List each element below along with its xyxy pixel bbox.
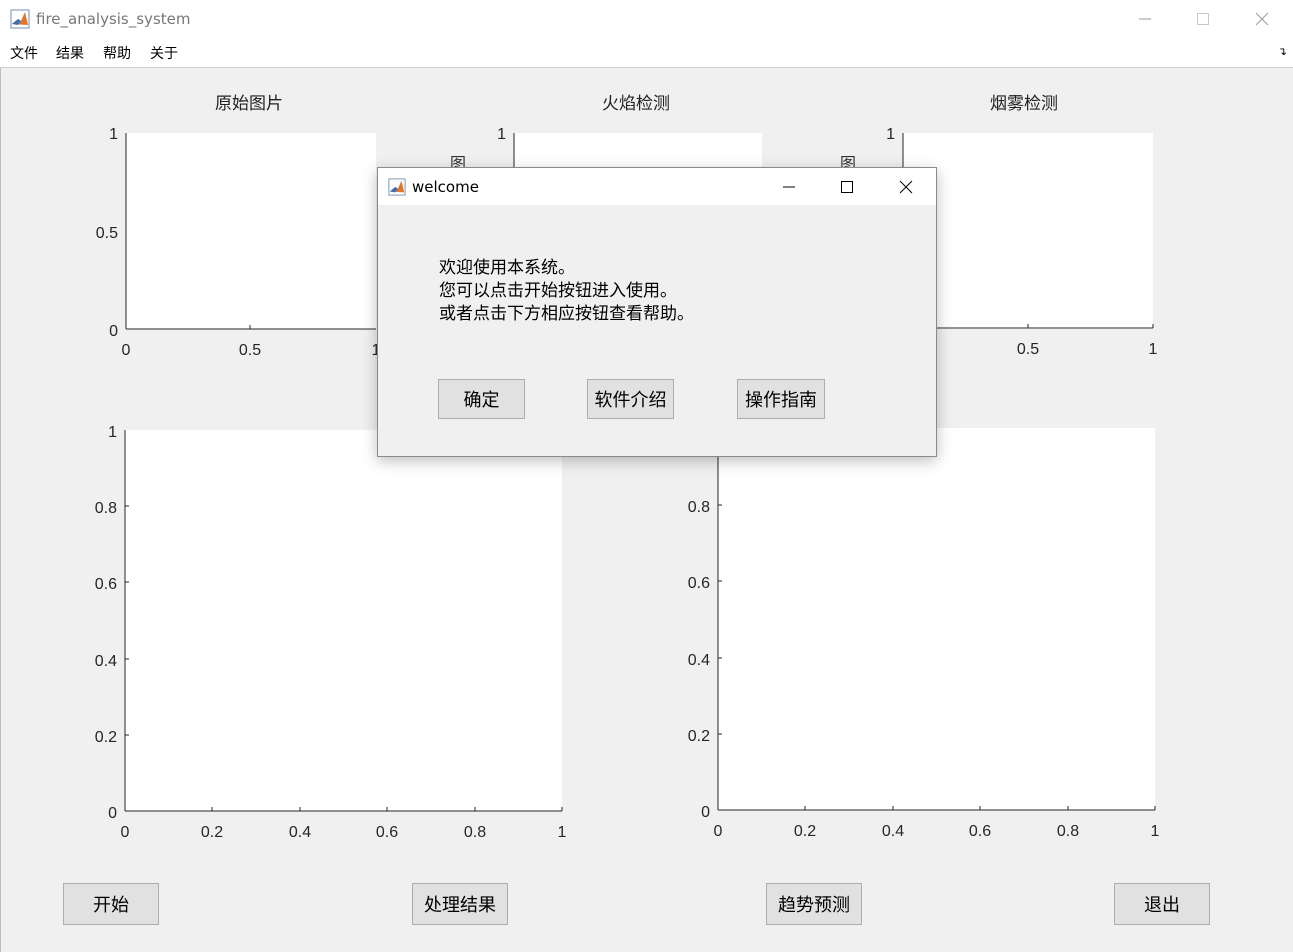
- x-tick-label: 0.5: [239, 342, 261, 359]
- dialog-title: welcome: [412, 178, 479, 196]
- x-tick-label: 1: [558, 824, 567, 841]
- axes-plot-area: [125, 430, 562, 811]
- dialog-close-button[interactable]: [877, 168, 935, 205]
- message-line: 您可以点击开始按钮进入使用。: [439, 281, 677, 301]
- y-tick-label: 0.6: [95, 576, 117, 593]
- y-tick-label: 0.2: [95, 729, 117, 746]
- x-tick-label: 0.8: [1057, 823, 1079, 840]
- menu-about[interactable]: 关于: [150, 43, 178, 63]
- x-tick-label: 0.5: [1017, 341, 1039, 358]
- start-button[interactable]: 开始: [63, 883, 159, 925]
- dialog-minimize-button[interactable]: [760, 168, 818, 205]
- y-tick-label: 0.5: [96, 225, 118, 242]
- software-intro-button[interactable]: 软件介绍: [587, 379, 674, 419]
- y-tick-label: 0.4: [95, 653, 117, 670]
- original-image-title: 原始图片: [215, 94, 283, 114]
- menu-file[interactable]: 文件: [10, 43, 38, 63]
- x-tick-label: 0: [714, 823, 723, 840]
- operation-guide-button[interactable]: 操作指南: [737, 379, 825, 419]
- x-tick-label: 0: [121, 824, 130, 841]
- close-icon: [1255, 12, 1269, 26]
- minimize-icon: [783, 186, 795, 187]
- x-tick-label: 0: [122, 342, 131, 359]
- message-line: 或者点击下方相应按钮查看帮助。: [439, 304, 694, 324]
- axes-plot-area: [126, 133, 376, 329]
- process-result-button[interactable]: 处理结果: [412, 883, 508, 925]
- x-tick-label: 0.6: [969, 823, 991, 840]
- x-tick-label: 0.6: [376, 824, 398, 841]
- window-title: fire_analysis_system: [36, 10, 191, 28]
- menu-result[interactable]: 结果: [56, 43, 84, 63]
- x-tick-label: 0.4: [882, 823, 904, 840]
- toolbar-toggle-icon[interactable]: ↴: [1278, 45, 1287, 58]
- x-tick-label: 0.2: [201, 824, 223, 841]
- x-tick-label: 0.8: [464, 824, 486, 841]
- y-tick-label: 0.8: [688, 499, 710, 516]
- close-icon: [899, 180, 913, 193]
- welcome-message: 欢迎使用本系统。 您可以点击开始按钮进入使用。 或者点击下方相应按钮查看帮助。: [439, 257, 694, 326]
- menu-help[interactable]: 帮助: [103, 43, 131, 63]
- maximize-icon: [1197, 13, 1209, 25]
- close-button[interactable]: [1233, 0, 1291, 38]
- y-tick-label: 0: [108, 805, 117, 822]
- y-tick-label: 0: [109, 323, 118, 340]
- y-tick-label: 1: [109, 126, 118, 143]
- y-tick-label: 0.4: [688, 652, 710, 669]
- x-tick-label: 0.2: [794, 823, 816, 840]
- smoke-detection-title: 烟雾检测: [990, 94, 1058, 114]
- minimize-button[interactable]: [1116, 0, 1174, 38]
- result-axes-left: 1 0.8 0.6 0.4 0.2 0 0 0.2 0.4 0.6 0.8 1: [95, 424, 567, 841]
- y-tick-label: 1: [497, 126, 506, 143]
- message-line: 欢迎使用本系统。: [439, 258, 575, 278]
- x-tick-label: 1: [1151, 823, 1160, 840]
- trend-predict-button[interactable]: 趋势预测: [766, 883, 862, 925]
- dialog-maximize-button[interactable]: [818, 168, 876, 205]
- flame-detection-title: 火焰检测: [602, 94, 670, 114]
- matlab-logo-icon: [10, 9, 30, 29]
- dialog-title-bar: welcome: [378, 168, 936, 205]
- y-tick-label: 0.2: [688, 728, 710, 745]
- welcome-dialog: welcome 欢迎使用本系统。 您可以点击开始按钮进入使用。 或者点击下方相应…: [377, 167, 937, 457]
- y-tick-label: 0.8: [95, 500, 117, 517]
- axes-plot-area: [718, 428, 1155, 810]
- matlab-logo-icon: [388, 178, 406, 196]
- y-tick-label: 0.6: [688, 575, 710, 592]
- y-tick-label: 1: [886, 126, 895, 143]
- result-axes-right: 0.8 0.6 0.4 0.2 0 0 0.2 0.4 0.6 0.8 1: [688, 428, 1160, 840]
- y-tick-label: 1: [108, 424, 117, 441]
- title-bar: fire_analysis_system: [0, 0, 1293, 38]
- minimize-icon: [1139, 18, 1151, 20]
- original-image-axes: 1 0.5 0 0 0.5 1: [96, 126, 381, 359]
- exit-button[interactable]: 退出: [1114, 883, 1210, 925]
- ok-button[interactable]: 确定: [438, 379, 525, 419]
- axes-plot-area: [903, 133, 1153, 329]
- maximize-icon: [841, 180, 853, 193]
- maximize-button[interactable]: [1174, 0, 1232, 38]
- x-tick-label: 1: [1149, 341, 1158, 358]
- menu-bar: 文件 结果 帮助 关于 ↴: [0, 38, 1293, 68]
- y-tick-label: 0: [701, 804, 710, 821]
- x-tick-label: 0.4: [289, 824, 311, 841]
